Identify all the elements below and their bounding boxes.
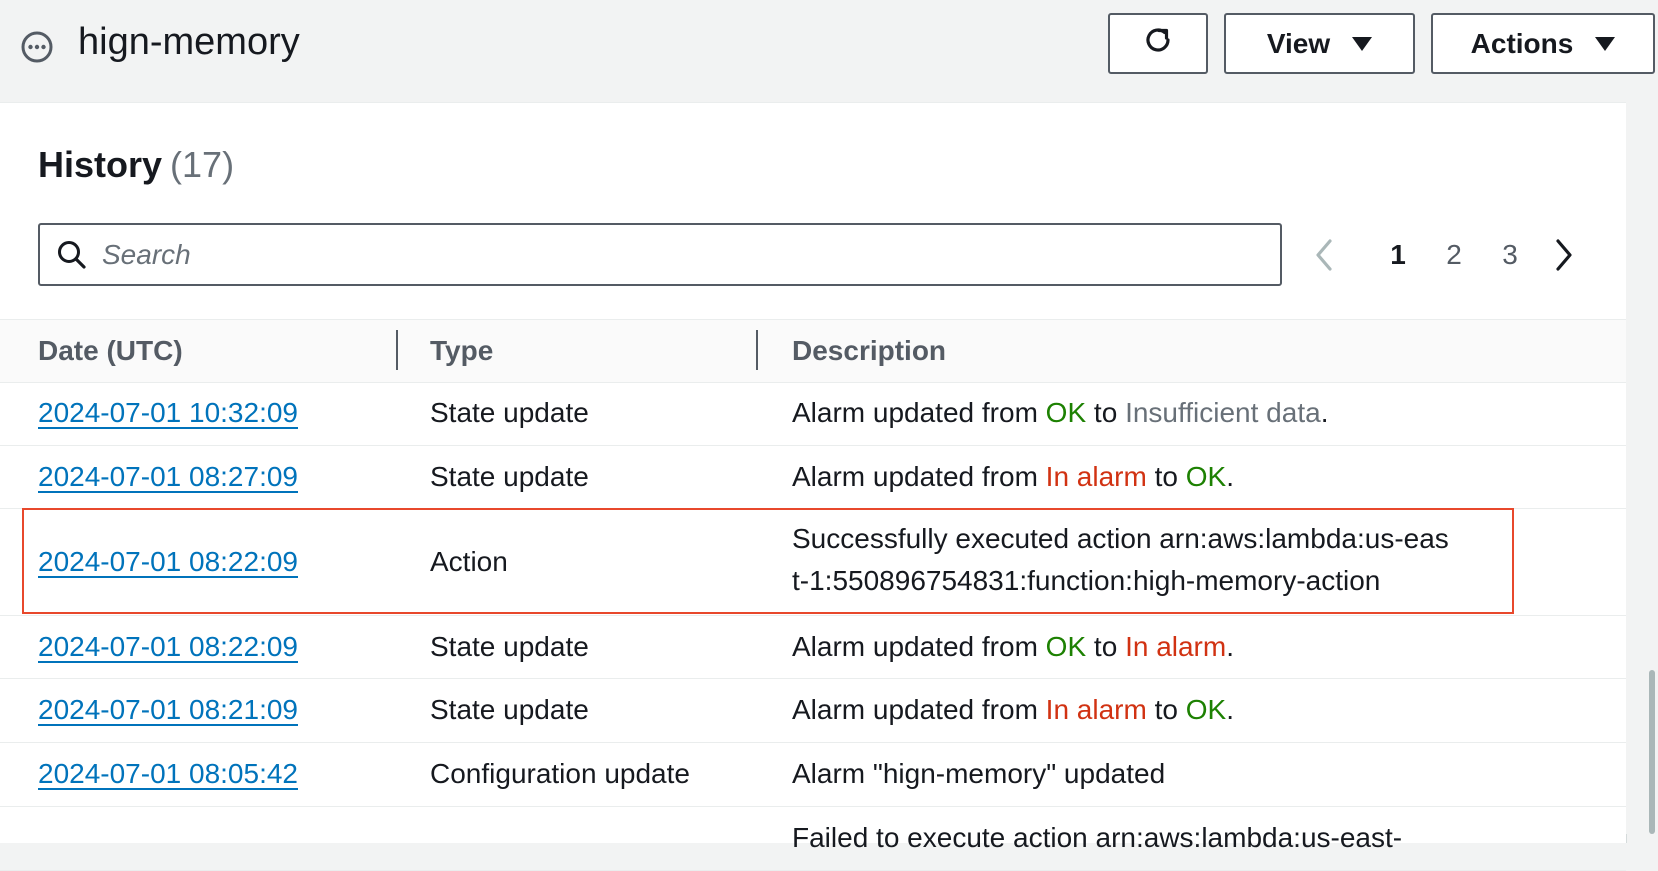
- column-resizer[interactable]: [756, 330, 758, 370]
- type-cell: State update: [430, 694, 589, 725]
- date-link[interactable]: 2024-07-01 08:05:42: [38, 752, 298, 796]
- description-text: Alarm updated from: [792, 694, 1046, 725]
- column-header-description[interactable]: Description: [792, 334, 946, 368]
- description-cell: Alarm updated from In alarm to OK.: [792, 455, 1532, 499]
- state-label: In alarm: [1125, 631, 1227, 662]
- description-text: Alarm updated from: [792, 461, 1046, 492]
- page-2-button[interactable]: 2: [1438, 233, 1470, 277]
- description-text: to: [1086, 397, 1126, 428]
- date-link[interactable]: 2024-07-01 10:32:09: [38, 391, 298, 435]
- type-cell: State update: [430, 397, 589, 428]
- description-text: to: [1146, 694, 1186, 725]
- search-icon: [56, 239, 88, 271]
- history-count: (17): [170, 144, 235, 185]
- scrollbar-thumb[interactable]: [1649, 670, 1655, 834]
- state-label: In alarm: [1045, 694, 1147, 725]
- type-cell: Configuration update: [430, 758, 690, 789]
- view-button-label: View: [1266, 27, 1331, 59]
- refresh-icon: [1140, 22, 1176, 65]
- column-header-type[interactable]: Type: [430, 334, 493, 368]
- alarm-header: hign-memory View Actions: [0, 0, 1658, 102]
- state-label: Insufficient data: [1125, 397, 1321, 428]
- description-text: .: [1226, 461, 1234, 492]
- table-row: 2024-07-01 08:21:09 State update Alarm upd…: [0, 678, 1626, 743]
- date-link[interactable]: 2024-07-01 08:27:09: [38, 455, 298, 499]
- table-row: 2024-07-01 08:22:09 State update Alarm upd…: [0, 615, 1626, 679]
- column-resizer[interactable]: [396, 330, 398, 370]
- caret-down-icon: [1352, 36, 1373, 51]
- description-text: Failed to execute action arn:aws:lambda:…: [792, 822, 1403, 853]
- date-link[interactable]: 2024-07-01 08:22:09: [38, 625, 298, 669]
- description-cell: Successfully executed action arn:aws:lam…: [792, 518, 1452, 602]
- type-cell: State update: [430, 461, 589, 492]
- insufficient-data-icon: [20, 30, 54, 64]
- state-label: OK: [1185, 694, 1227, 725]
- description-text: .: [1226, 631, 1234, 662]
- description-text: Alarm updated from: [792, 631, 1046, 662]
- state-label: OK: [1045, 631, 1087, 662]
- column-header-date[interactable]: Date (UTC): [38, 334, 183, 368]
- description-text: Alarm "hign-memory" updated: [792, 758, 1166, 789]
- description-cell: Alarm updated from In alarm to OK.: [792, 688, 1532, 732]
- table-row: 2024-07-01 08:05:42 Configuration update A…: [0, 742, 1626, 807]
- description-text: Alarm updated from: [792, 397, 1046, 428]
- state-label: In alarm: [1045, 461, 1147, 492]
- table-header: Date (UTC) Type Description: [0, 319, 1626, 383]
- description-text: to: [1146, 461, 1186, 492]
- description-cell: Alarm "hign-memory" updated: [792, 752, 1532, 796]
- type-cell: Action: [430, 546, 508, 577]
- history-title: History: [38, 144, 163, 185]
- refresh-button[interactable]: [1108, 13, 1208, 74]
- table-row: Failed to execute action arn:aws:lambda:…: [0, 806, 1626, 871]
- previous-page-icon[interactable]: [1308, 233, 1340, 277]
- actions-dropdown-button[interactable]: Actions: [1431, 13, 1655, 74]
- table-row: 2024-07-01 08:27:09 State update Alarm upd…: [0, 445, 1626, 509]
- state-label: OK: [1185, 461, 1227, 492]
- description-cell: Alarm updated from OK to Insufficient da…: [792, 391, 1532, 435]
- description-text: Successfully executed action arn:aws:lam…: [792, 523, 1449, 596]
- description-text: .: [1226, 694, 1234, 725]
- description-text: to: [1086, 631, 1126, 662]
- search-input[interactable]: [100, 231, 1264, 279]
- page-1-button[interactable]: 1: [1382, 233, 1414, 277]
- description-cell: Alarm updated from OK to In alarm.: [792, 625, 1532, 669]
- actions-button-label: Actions: [1470, 27, 1574, 59]
- page-title: hign-memory: [78, 21, 300, 63]
- state-label: OK: [1045, 397, 1087, 428]
- type-cell: State update: [430, 631, 589, 662]
- description-cell: Failed to execute action arn:aws:lambda:…: [792, 816, 1532, 860]
- history-heading: History (17): [38, 143, 234, 187]
- view-dropdown-button[interactable]: View: [1224, 13, 1415, 74]
- next-page-icon[interactable]: [1548, 233, 1580, 277]
- description-text: .: [1320, 397, 1329, 428]
- search-box[interactable]: [38, 223, 1282, 286]
- table-row: 2024-07-01 08:22:09 Action Successfully ex…: [0, 508, 1626, 616]
- date-link[interactable]: 2024-07-01 08:21:09: [38, 688, 298, 732]
- caret-down-icon: [1595, 36, 1616, 51]
- page-3-button[interactable]: 3: [1494, 233, 1526, 277]
- table-row: 2024-07-01 10:32:09 State update Alarm upd…: [0, 381, 1626, 446]
- date-link[interactable]: 2024-07-01 08:22:09: [38, 540, 298, 584]
